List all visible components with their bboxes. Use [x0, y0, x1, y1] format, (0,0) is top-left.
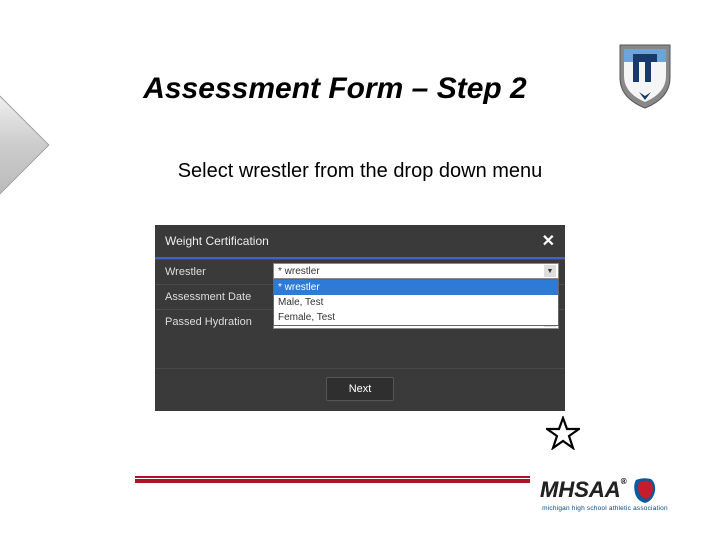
close-icon[interactable]: ✕: [542, 231, 555, 251]
chevron-down-icon: ▼: [544, 265, 556, 277]
dropdown-option[interactable]: * wrestler: [274, 280, 558, 295]
mhsaa-tagline: michigan high school athletic associatio…: [540, 505, 670, 512]
assessment-date-label: Assessment Date: [155, 284, 270, 309]
wrestler-select-value: * wrestler: [278, 266, 320, 277]
page-subtitle: Select wrestler from the drop down menu: [0, 160, 720, 183]
wrestler-select[interactable]: * wrestler ▼: [273, 263, 559, 279]
panel-header: Weight Certification ✕: [155, 225, 565, 259]
wrestler-dropdown: * wrestler Male, Test Female, Test: [273, 279, 559, 326]
wrestler-field: * wrestler ▼ * wrestler Male, Test Femal…: [270, 259, 565, 284]
dropdown-option[interactable]: Male, Test: [274, 295, 558, 310]
decorative-stripe: [135, 479, 530, 483]
mhsaa-brand: MHSAA®: [540, 477, 627, 503]
slide: Assessment Form – Step 2 Select wrestler…: [0, 0, 720, 540]
wrestler-label: Wrestler: [155, 259, 270, 284]
page-title: Assessment Form – Step 2: [0, 72, 720, 106]
michigan-map-icon: [631, 475, 659, 505]
panel-title: Weight Certification: [165, 234, 269, 248]
next-button[interactable]: Next: [326, 377, 395, 401]
weight-certification-panel: Weight Certification ✕ Wrestler * wrestl…: [155, 225, 565, 411]
mhsaa-logo: MHSAA® michigan high school athletic ass…: [540, 475, 670, 512]
row-wrestler: Wrestler * wrestler ▼ * wrestler Male, T…: [155, 259, 565, 284]
panel-footer: Next: [155, 368, 565, 411]
star-icon: [546, 416, 580, 450]
star-decoration: [546, 416, 580, 455]
dropdown-option[interactable]: Female, Test: [274, 310, 558, 325]
hydration-label: Passed Hydration: [155, 309, 270, 334]
